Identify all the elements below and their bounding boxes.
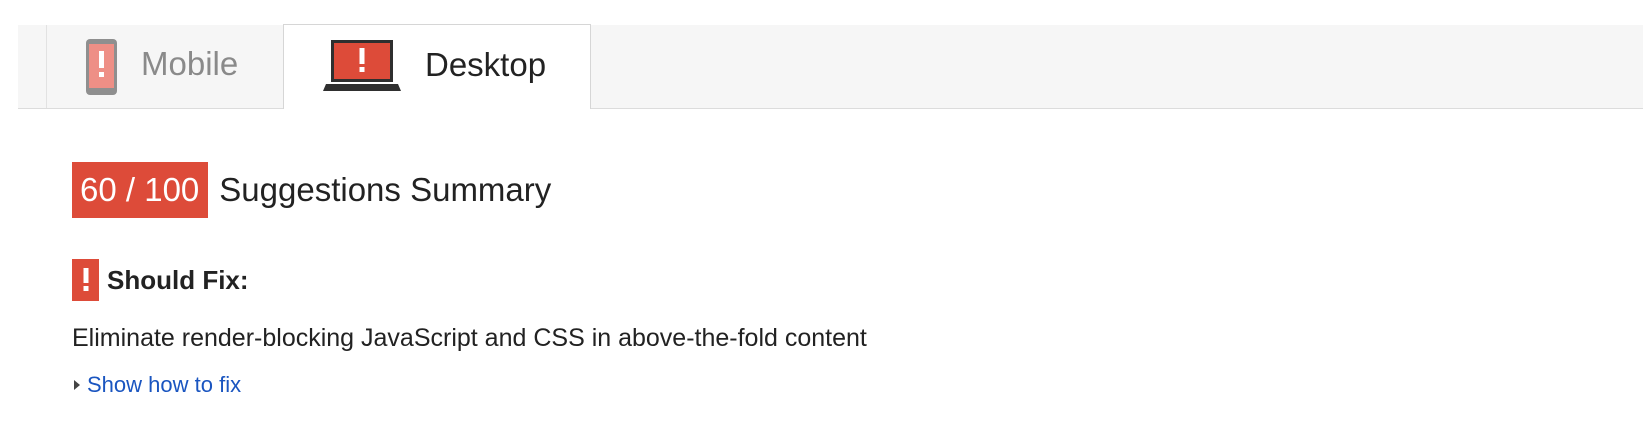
summary-title: Suggestions Summary [219,171,552,208]
rule-title: Eliminate render-blocking JavaScript and… [72,324,867,352]
tab-desktop[interactable]: Desktop [283,24,591,109]
page: Mobile Desktop 60 / 100 Suggestions Summ… [0,0,1643,438]
caret-right-icon [74,380,80,390]
mobile-warning-icon [85,38,118,101]
should-fix-label: Should Fix: [107,264,249,295]
tab-mobile[interactable]: Mobile [46,25,284,108]
show-how-to-fix-label: Show how to fix [87,372,242,397]
score-header: 60 / 100 Suggestions Summary [72,162,551,218]
should-fix-heading: Should Fix: [72,259,249,301]
exclamation-icon [72,259,99,301]
tab-desktop-label: Desktop [425,46,547,83]
show-how-to-fix-link[interactable]: Show how to fix [74,372,241,398]
tab-mobile-label: Mobile [141,45,239,82]
desktop-warning-icon [323,40,401,97]
device-tab-bar: Mobile Desktop [18,24,1643,109]
score-badge: 60 / 100 [72,162,209,218]
